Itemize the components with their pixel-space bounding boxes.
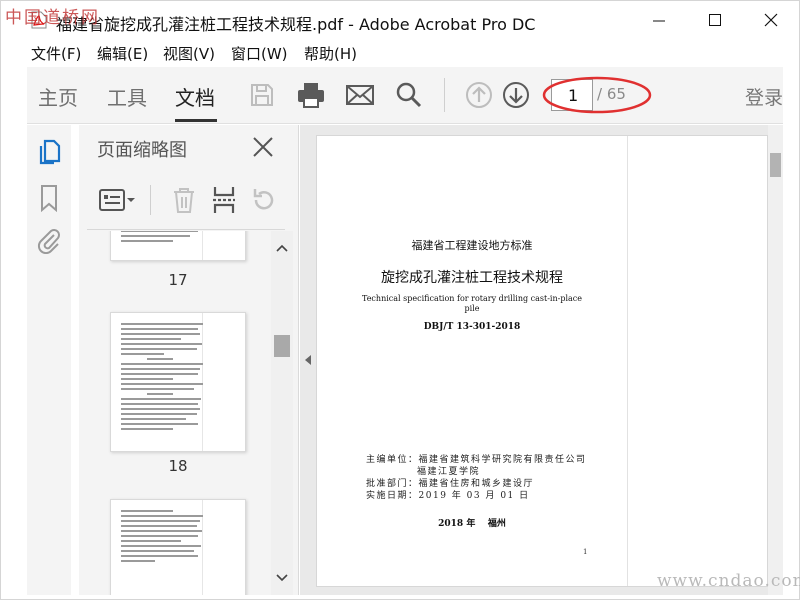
- page-thumbnail-18[interactable]: [110, 312, 246, 452]
- delete-page-button[interactable]: [169, 185, 199, 215]
- menu-help[interactable]: 帮助(H): [304, 43, 357, 64]
- menu-view[interactable]: 视图(V): [163, 43, 215, 64]
- scrollbar-thumb[interactable]: [770, 153, 781, 177]
- scroll-down-arrow-icon[interactable]: [275, 571, 289, 585]
- trash-icon: [174, 188, 194, 213]
- acrobat-window: 福建省旋挖成孔灌注桩工程技术规程.pdf - Adobe Acrobat Pro…: [0, 0, 800, 600]
- watermark-bottom: www.cndao.com: [657, 571, 800, 591]
- doc-title-cn: 旋挖成孔灌注桩工程技术规程: [381, 270, 563, 286]
- toolbar-separator: [444, 78, 445, 112]
- collapse-panel-arrow-icon[interactable]: [304, 354, 312, 366]
- main-toolbar: 主页 工具 文档 1 / 65 登录: [27, 67, 783, 124]
- tab-document[interactable]: 文档: [175, 82, 215, 111]
- scroll-up-arrow-icon[interactable]: [275, 241, 289, 255]
- rotate-icon: [253, 189, 274, 210]
- previous-page-icon: [466, 82, 492, 108]
- doc-standard-header: 福建省工程建设地方标准: [411, 239, 533, 252]
- page-thumbnails-icon: [39, 139, 61, 165]
- doc-code: DBJ/T 13-301-2018: [423, 322, 521, 332]
- minimize-icon: [653, 20, 665, 22]
- bookmarks-button[interactable]: [35, 183, 63, 213]
- minimize-button[interactable]: [631, 1, 687, 39]
- info-label: 实施日期：: [366, 491, 419, 501]
- search-icon: [396, 82, 422, 108]
- panel-tool-separator: [150, 185, 151, 215]
- thumbnail-text-lines: [121, 323, 207, 433]
- pdf-page: 福建省工程建设地方标准 旋挖成孔灌注桩工程技术规程 Technical spec…: [316, 135, 768, 587]
- left-rail: [27, 125, 71, 595]
- rotate-page-button[interactable]: [249, 185, 279, 215]
- menu-edit[interactable]: 编辑(E): [97, 43, 148, 64]
- close-window-button[interactable]: [743, 1, 799, 39]
- login-button[interactable]: 登录: [745, 83, 783, 110]
- page-spine: [627, 136, 628, 586]
- find-button[interactable]: [393, 79, 425, 111]
- insert-page-icon: [213, 187, 235, 213]
- thumbnail-text-lines: [121, 510, 207, 565]
- title-bar: 福建省旋挖成孔灌注桩工程技术规程.pdf - Adobe Acrobat Pro…: [1, 1, 799, 39]
- info-label: 主编单位：: [366, 455, 419, 465]
- doc-title-en-line2: pile: [464, 304, 480, 313]
- page-thumbnails-button[interactable]: [35, 137, 63, 167]
- attachments-button[interactable]: [35, 225, 63, 255]
- page-thumbnail-17[interactable]: [110, 231, 246, 261]
- insert-page-button[interactable]: [209, 185, 239, 215]
- scrollbar-thumb[interactable]: [274, 335, 290, 357]
- close-icon: [253, 137, 273, 157]
- document-viewer: 福建省工程建设地方标准 旋挖成孔灌注桩工程技术规程 Technical spec…: [300, 125, 768, 595]
- close-panel-button[interactable]: [251, 135, 275, 159]
- window-title: 福建省旋挖成孔灌注桩工程技术规程.pdf - Adobe Acrobat Pro…: [56, 15, 536, 34]
- info-value: 2019 年 03 月 01 日: [418, 491, 530, 501]
- thumbnail-label: 17: [168, 271, 188, 289]
- close-icon: [764, 13, 778, 27]
- active-tab-indicator: [175, 119, 217, 122]
- thumbnail-label: 18: [168, 457, 188, 475]
- bookmark-icon: [41, 185, 57, 212]
- paperclip-icon: [37, 229, 60, 254]
- email-icon: [346, 85, 374, 105]
- red-annotation-ellipse: [542, 76, 652, 114]
- panel-divider: [87, 229, 285, 230]
- thumbnail-list: 17 18: [79, 231, 273, 595]
- print-icon: [298, 83, 324, 108]
- tab-tools[interactable]: 工具: [107, 82, 147, 111]
- next-page-button[interactable]: [500, 79, 532, 111]
- page-number: 1: [583, 548, 588, 556]
- menu-window[interactable]: 窗口(W): [231, 43, 288, 64]
- page-thumbnail-19[interactable]: [110, 499, 246, 595]
- save-button[interactable]: [246, 79, 278, 111]
- next-page-icon: [503, 82, 529, 108]
- panel-title: 页面缩略图: [97, 140, 187, 161]
- options-menu-icon: [99, 189, 135, 211]
- print-button[interactable]: [295, 79, 327, 111]
- previous-page-button[interactable]: [463, 79, 495, 111]
- menu-file[interactable]: 文件(F): [31, 43, 81, 64]
- maximize-icon: [709, 14, 721, 26]
- page-thumbnails-panel: 页面缩略图 17 18: [79, 125, 299, 595]
- thumbnail-text-lines: [121, 231, 207, 245]
- doc-title-en-line1: Technical specification for rotary drill…: [361, 294, 583, 303]
- watermark-top: 中国道桥网: [5, 8, 100, 28]
- thumbnail-options-button[interactable]: [97, 185, 137, 215]
- email-button[interactable]: [344, 79, 376, 111]
- maximize-button[interactable]: [687, 1, 743, 39]
- tab-home[interactable]: 主页: [38, 82, 78, 111]
- menu-bar: 文件(F) 编辑(E) 视图(V) 窗口(W) 帮助(H): [1, 39, 799, 67]
- save-icon: [251, 84, 273, 106]
- info-row: 实施日期：2019 年 03 月 01 日: [366, 488, 530, 501]
- thumbnail-scrollbar[interactable]: [271, 231, 293, 595]
- doc-footer: 2018 年 福州: [438, 519, 506, 529]
- document-scrollbar[interactable]: [768, 125, 783, 595]
